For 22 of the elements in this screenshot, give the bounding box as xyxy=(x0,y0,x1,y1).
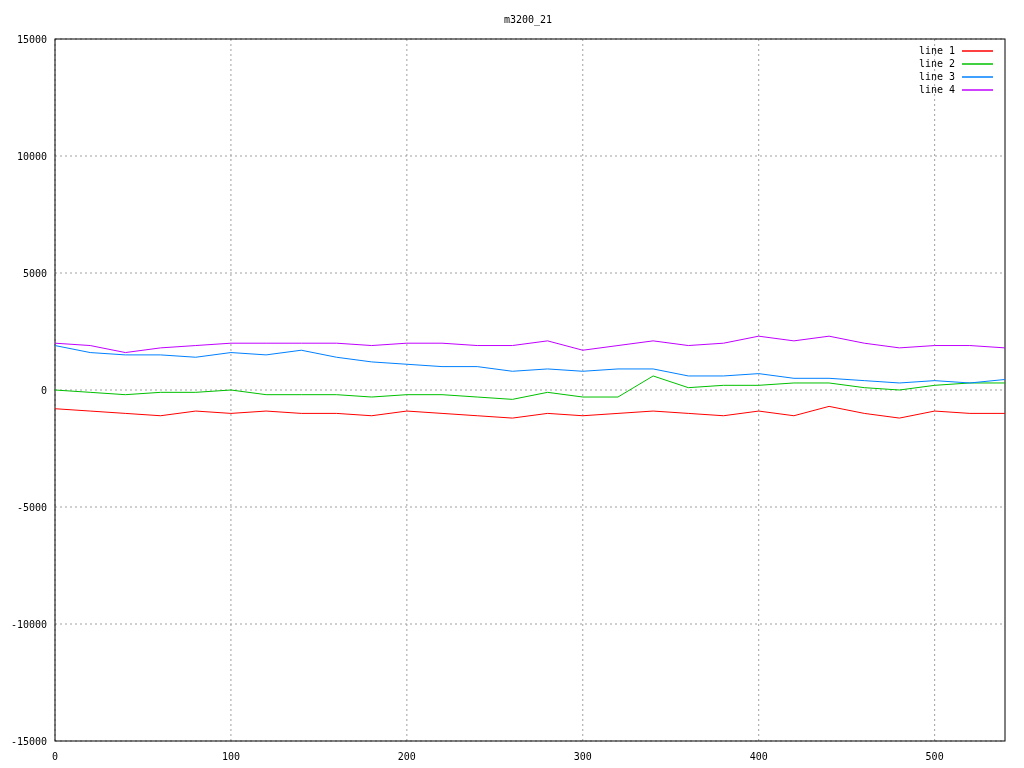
x-tick-label: 400 xyxy=(749,751,768,762)
legend-line-sample xyxy=(961,76,994,78)
legend-label: line 2 xyxy=(918,58,955,69)
x-tick-label: 200 xyxy=(397,751,416,762)
legend-line-sample xyxy=(961,89,994,91)
legend-line-sample xyxy=(961,50,994,52)
chart-title: m3200_21 xyxy=(503,14,553,25)
y-tick-label: -15000 xyxy=(10,736,47,747)
x-tick-label: 0 xyxy=(52,751,58,762)
y-tick-label: -5000 xyxy=(16,502,47,513)
y-tick-label: -10000 xyxy=(10,619,47,630)
legend-label: line 4 xyxy=(918,84,955,95)
y-tick-label: 5000 xyxy=(22,268,47,279)
x-tick-label: 500 xyxy=(925,751,944,762)
x-tick-label: 100 xyxy=(221,751,240,762)
legend-label: line 3 xyxy=(918,71,955,82)
legend-label: line 1 xyxy=(918,45,955,56)
y-tick-label: 10000 xyxy=(16,151,47,162)
y-tick-label: 0 xyxy=(40,385,47,396)
legend-line-sample xyxy=(961,63,994,65)
x-tick-label: 300 xyxy=(573,751,592,762)
y-tick-label: 15000 xyxy=(16,34,47,45)
